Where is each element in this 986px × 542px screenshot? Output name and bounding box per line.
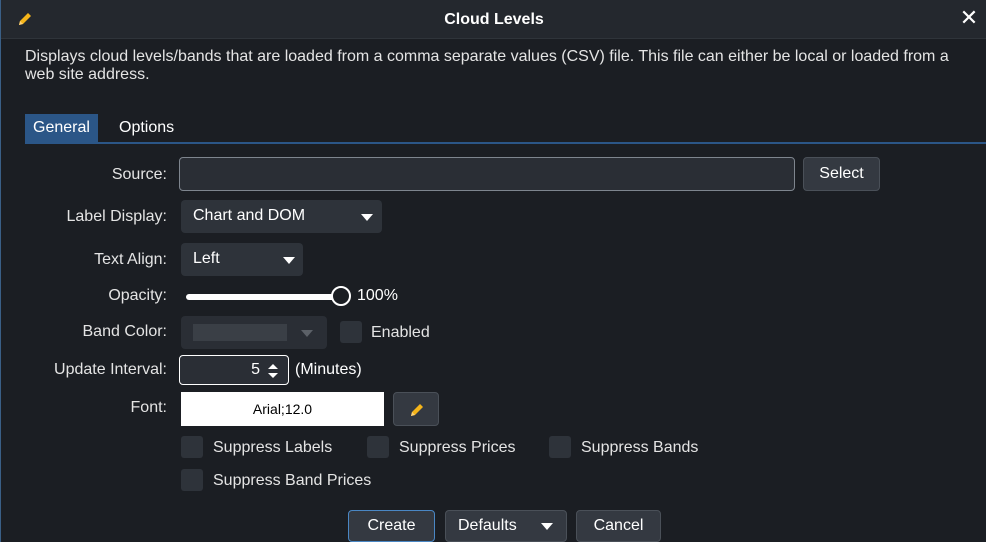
label-display-label: Label Display:	[66, 208, 168, 225]
color-swatch	[193, 324, 287, 341]
pencil-icon	[407, 400, 427, 425]
opacity-slider-thumb[interactable]	[331, 286, 351, 306]
cancel-button[interactable]: Cancel	[576, 510, 661, 542]
defaults-label: Defaults	[458, 517, 517, 534]
dialog-description: Displays cloud levels/bands that are loa…	[25, 48, 949, 83]
text-align-dropdown[interactable]: Left	[181, 243, 303, 276]
opacity-label: Opacity:	[108, 287, 167, 304]
close-icon[interactable]: ✕	[957, 6, 981, 30]
chevron-down-icon	[283, 257, 295, 264]
tab-general[interactable]: General	[25, 114, 98, 142]
band-color-label: Band Color:	[82, 323, 168, 340]
text-align-value: Left	[193, 250, 220, 267]
suppress-prices-checkbox[interactable]	[367, 436, 389, 458]
font-field[interactable]: Arial;12.0	[181, 392, 384, 426]
update-interval-label: Update Interval:	[54, 361, 167, 378]
tab-options[interactable]: Options	[111, 114, 182, 142]
band-color-enabled-checkbox[interactable]	[340, 321, 362, 343]
chevron-down-icon	[361, 214, 373, 221]
suppress-band-prices-label: Suppress Band Prices	[213, 472, 372, 489]
spinner-arrows-icon[interactable]	[266, 362, 280, 380]
dialog-title: Cloud Levels	[444, 11, 544, 28]
suppress-prices-label: Suppress Prices	[399, 439, 516, 456]
create-button[interactable]: Create	[348, 510, 435, 542]
font-label: Font:	[130, 399, 167, 416]
chevron-down-icon	[541, 523, 553, 530]
update-interval-stepper[interactable]: 5	[179, 355, 289, 385]
font-edit-button[interactable]	[393, 392, 439, 426]
band-color-dropdown[interactable]	[181, 316, 327, 349]
chevron-down-icon	[301, 330, 313, 337]
update-interval-value: 5	[251, 361, 260, 378]
opacity-slider-track[interactable]	[186, 294, 346, 300]
suppress-bands-label: Suppress Bands	[581, 439, 699, 456]
text-align-label: Text Align:	[94, 251, 167, 268]
label-display-dropdown[interactable]: Chart and DOM	[181, 200, 382, 233]
defaults-button[interactable]: Defaults	[445, 510, 567, 542]
source-input[interactable]	[179, 157, 795, 191]
label-display-value: Chart and DOM	[193, 207, 306, 224]
enabled-label: Enabled	[371, 324, 430, 341]
suppress-bands-checkbox[interactable]	[549, 436, 571, 458]
title-bar[interactable]: Cloud Levels ✕	[1, 0, 986, 39]
select-button[interactable]: Select	[803, 157, 880, 191]
opacity-value: 100%	[357, 287, 398, 304]
suppress-labels-checkbox[interactable]	[181, 436, 203, 458]
suppress-band-prices-checkbox[interactable]	[181, 469, 203, 491]
tab-underline	[25, 142, 986, 144]
cloud-levels-dialog: Cloud Levels ✕ Displays cloud levels/ban…	[0, 0, 986, 542]
source-label: Source:	[111, 166, 167, 183]
suppress-labels-label: Suppress Labels	[213, 439, 333, 456]
update-interval-unit: (Minutes)	[295, 361, 362, 378]
